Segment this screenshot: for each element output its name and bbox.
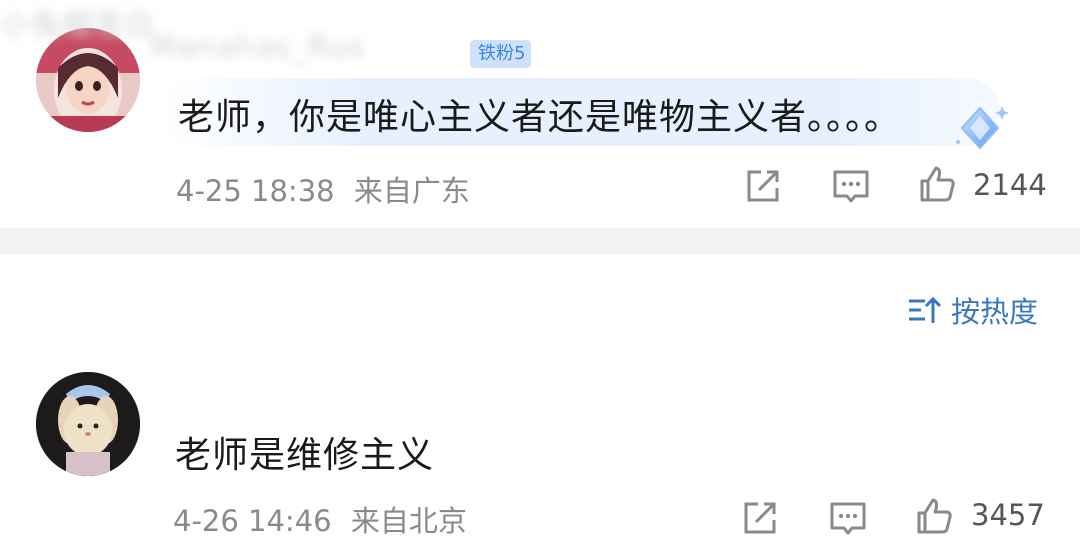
comment-item: Manahas_Rus 铁粉5 老师，你是唯心主义者还是唯物主义者。。。。 4-… (0, 0, 1080, 228)
sort-icon (909, 296, 941, 323)
comment-text: 老师，你是唯心主义者还是唯物主义者。。。。 (178, 97, 902, 138)
comment-icon[interactable] (831, 166, 871, 206)
comment-location: 来自北京 (350, 504, 467, 538)
like-icon[interactable] (917, 164, 957, 204)
comment-meta: 4-25 18:38 来自广东 (176, 168, 470, 210)
like-icon[interactable] (914, 496, 954, 536)
avatar[interactable] (36, 28, 140, 132)
comment-location: 来自广东 (353, 174, 470, 208)
comment-icon[interactable] (828, 498, 868, 538)
like-count: 3457 (971, 498, 1045, 532)
comment-item: 老师是维修主义 4-26 14:46 来自北京 3457 (0, 330, 1080, 557)
avatar-image (36, 372, 140, 476)
username[interactable]: Manahas_Rus (150, 30, 365, 70)
share-icon[interactable] (740, 498, 780, 538)
fan-badge: 铁粉5 (470, 40, 532, 68)
sort-label: 按热度 (951, 295, 1039, 329)
avatar-image (36, 28, 140, 132)
diamond-icon (956, 106, 1009, 150)
like-count: 2144 (973, 168, 1047, 202)
share-icon[interactable] (743, 166, 783, 206)
comment-page: Manahas_Rus 铁粉5 老师，你是唯心主义者还是唯物主义者。。。。 4-… (0, 0, 1080, 557)
comment-date: 4-26 14:46 (173, 504, 332, 538)
comment-meta: 4-26 14:46 来自北京 (173, 498, 467, 540)
sort-toggle[interactable]: 按热度 (907, 290, 1038, 330)
comment-text: 老师是维修主义 (175, 435, 435, 476)
avatar[interactable] (36, 372, 140, 476)
comment-date: 4-25 18:38 (176, 174, 335, 208)
section-divider (0, 228, 1080, 254)
username[interactable]: 小兔榴莲白 (0, 0, 155, 43)
